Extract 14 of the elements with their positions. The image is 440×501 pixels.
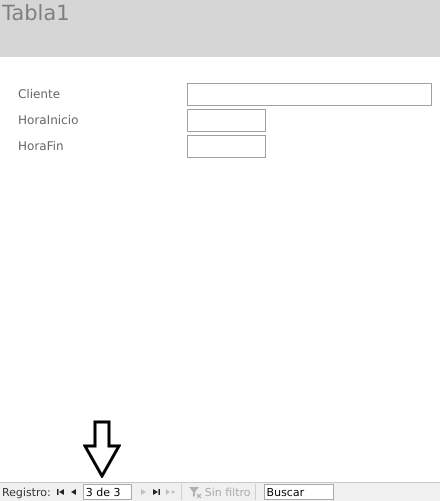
field-label: HoraFin (18, 139, 65, 153)
input-field[interactable] (187, 108, 266, 132)
input-field[interactable] (187, 134, 266, 158)
down-arrow-icon (83, 420, 121, 478)
filter-icon (188, 486, 202, 498)
search-field[interactable]: Buscar (264, 484, 334, 500)
last-record-icon[interactable] (152, 487, 162, 497)
field-label: HoraInicio (18, 113, 80, 127)
field-label: Cliente (18, 87, 62, 101)
first-record-icon[interactable] (56, 487, 66, 497)
record-field[interactable]: 3 de 3 (82, 484, 132, 500)
input-field[interactable] (187, 82, 432, 106)
record-label: Registro: (1, 486, 52, 498)
form-title: Tabla1 (1, 0, 71, 26)
